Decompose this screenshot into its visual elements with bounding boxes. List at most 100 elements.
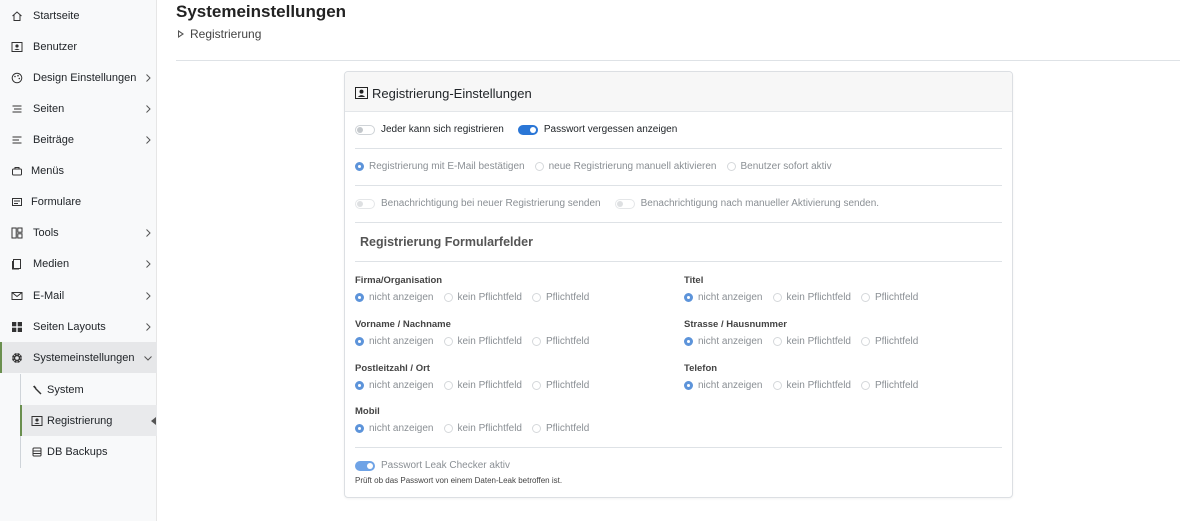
radio-button[interactable] <box>355 424 364 433</box>
radio-button[interactable] <box>534 162 544 171</box>
sidebar-item-formulare[interactable]: Formulare <box>0 186 157 217</box>
sidebar-item-systemeinstellungen[interactable]: Systemeinstellungen <box>0 342 157 373</box>
sidebar-item-beitraege[interactable]: Beiträge <box>0 124 157 155</box>
radio-button[interactable] <box>443 381 453 390</box>
radio-button[interactable] <box>860 293 870 302</box>
sidebar-item-label: Menüs <box>31 164 65 177</box>
radio-confirm-email[interactable]: Registrierung mit E-Mail bestätigen <box>355 161 525 172</box>
radio-option[interactable]: nicht anzeigen <box>684 292 763 303</box>
radio-button[interactable] <box>726 162 736 171</box>
sidebar-item-label: Seiten Layouts <box>33 320 106 333</box>
radio-button[interactable] <box>443 337 453 346</box>
sidebar-item-benutzer[interactable]: Benutzer <box>0 31 157 62</box>
radio-option[interactable]: kein Pflichtfeld <box>772 336 851 347</box>
sidebar-subitem-system[interactable]: System <box>0 374 157 405</box>
divider <box>355 185 1002 186</box>
radio-button[interactable] <box>355 293 364 302</box>
radio-button[interactable] <box>443 293 453 302</box>
radio-manual-activation[interactable]: neue Registrierung manuell aktivieren <box>534 161 717 172</box>
toggle-notify-manual-activation[interactable]: Benachrichtigung nach manueller Aktivier… <box>614 198 879 209</box>
radio-option[interactable]: kein Pflichtfeld <box>443 336 522 347</box>
radio-button[interactable] <box>355 162 364 171</box>
media-icon <box>11 258 23 270</box>
radio-option[interactable]: Pflichtfeld <box>860 336 918 347</box>
card-header: Registrierung-Einstellungen <box>345 72 1012 112</box>
radio-label: nicht anzeigen <box>698 336 763 347</box>
radio-option[interactable]: kein Pflichtfeld <box>443 380 522 391</box>
sidebar-item-startseite[interactable]: Startseite <box>0 0 157 31</box>
radio-option[interactable]: nicht anzeigen <box>355 380 434 391</box>
field-label-plz-ort: Postleitzahl / Ort <box>355 363 430 374</box>
sidebar-item-menues[interactable]: Menüs <box>0 155 157 186</box>
radio-button[interactable] <box>531 293 541 302</box>
radio-option[interactable]: kein Pflichtfeld <box>443 423 522 434</box>
toggle-label: Jeder kann sich registrieren <box>381 124 504 135</box>
radio-option[interactable]: nicht anzeigen <box>684 380 763 391</box>
sidebar-item-tools[interactable]: Tools <box>0 217 157 248</box>
radio-option[interactable]: kein Pflichtfeld <box>443 292 522 303</box>
gear-icon <box>11 352 23 364</box>
sidebar-item-label: Systemeinstellungen <box>33 351 135 364</box>
radio-button[interactable] <box>860 381 870 390</box>
chevron-right-icon <box>146 73 151 82</box>
radio-button[interactable] <box>684 337 693 346</box>
radio-option[interactable]: Pflichtfeld <box>860 292 919 303</box>
chevron-down-icon <box>144 355 152 361</box>
chevron-right-icon <box>146 322 151 331</box>
toggle-show-forgot-password[interactable]: Passwort vergessen anzeigen <box>517 124 677 135</box>
radio-option[interactable]: Pflichtfeld <box>531 423 589 434</box>
radio-option[interactable]: Pflichtfeld <box>531 380 589 391</box>
form-icon <box>11 196 23 208</box>
radio-option[interactable]: kein Pflichtfeld <box>772 380 851 391</box>
toggle-switch[interactable] <box>614 198 635 209</box>
radio-button[interactable] <box>772 293 782 302</box>
toggle-switch[interactable] <box>517 124 538 135</box>
sidebar-item-label: Formulare <box>31 195 82 208</box>
radio-button[interactable] <box>860 337 870 346</box>
toggle-notify-new-registration[interactable]: Benachrichtigung bei neuer Registrierung… <box>355 198 601 209</box>
radio-option[interactable]: Pflichtfeld <box>531 336 589 347</box>
divider <box>355 148 1002 149</box>
radio-button[interactable] <box>684 293 693 302</box>
sidebar-item-seiten[interactable]: Seiten <box>0 93 157 124</box>
radio-option[interactable]: nicht anzeigen <box>684 336 763 347</box>
field-options-titel: nicht anzeigen kein Pflichtfeld Pflichtf… <box>684 292 928 303</box>
radio-option[interactable]: nicht anzeigen <box>355 336 434 347</box>
breadcrumb-item[interactable]: Registrierung <box>190 27 261 41</box>
radio-button[interactable] <box>355 381 364 390</box>
radio-button[interactable] <box>531 381 541 390</box>
sidebar-subitem-db-backups[interactable]: DB Backups <box>0 436 157 467</box>
toggle-label: Passwort Leak Checker aktiv <box>381 460 510 471</box>
radio-immediately-active[interactable]: Benutzer sofort aktiv <box>726 161 832 172</box>
radio-label: kein Pflichtfeld <box>457 423 522 434</box>
radio-button[interactable] <box>684 381 693 390</box>
user-card-icon <box>31 415 43 427</box>
radio-button[interactable] <box>531 424 541 433</box>
radio-label: kein Pflichtfeld <box>786 380 851 391</box>
toggle-switch[interactable] <box>355 460 375 471</box>
toggle-switch[interactable] <box>355 124 375 135</box>
field-options-telefon: nicht anzeigen kein Pflichtfeld Pflichtf… <box>684 380 928 391</box>
sidebar-item-seiten-layouts[interactable]: Seiten Layouts <box>0 311 157 342</box>
radio-label: Pflichtfeld <box>874 292 919 303</box>
radio-option[interactable]: nicht anzeigen <box>355 423 434 434</box>
page-title: Systemeinstellungen <box>176 2 347 21</box>
radio-option[interactable]: nicht anzeigen <box>355 292 434 303</box>
toggle-leak-checker[interactable]: Passwort Leak Checker aktiv <box>355 460 510 471</box>
radio-option[interactable]: kein Pflichtfeld <box>772 292 851 303</box>
sidebar-subitem-registrierung[interactable]: Registrierung <box>20 405 157 436</box>
radio-option[interactable]: Pflichtfeld <box>860 380 918 391</box>
radio-option[interactable]: Pflichtfeld <box>531 292 589 303</box>
sidebar-item-medien[interactable]: Medien <box>0 248 157 279</box>
toggle-anyone-can-register[interactable]: Jeder kann sich registrieren <box>355 124 504 135</box>
radio-label: nicht anzeigen <box>369 380 434 391</box>
radio-button[interactable] <box>443 424 453 433</box>
sidebar-item-email[interactable]: E-Mail <box>0 280 157 311</box>
radio-button[interactable] <box>772 381 782 390</box>
radio-button[interactable] <box>531 337 541 346</box>
sidebar-item-design-einstellungen[interactable]: Design Einstellungen <box>0 62 157 93</box>
radio-label: Registrierung mit E-Mail bestätigen <box>369 161 525 172</box>
toggle-switch[interactable] <box>355 198 375 209</box>
radio-button[interactable] <box>772 337 782 346</box>
radio-button[interactable] <box>355 337 364 346</box>
